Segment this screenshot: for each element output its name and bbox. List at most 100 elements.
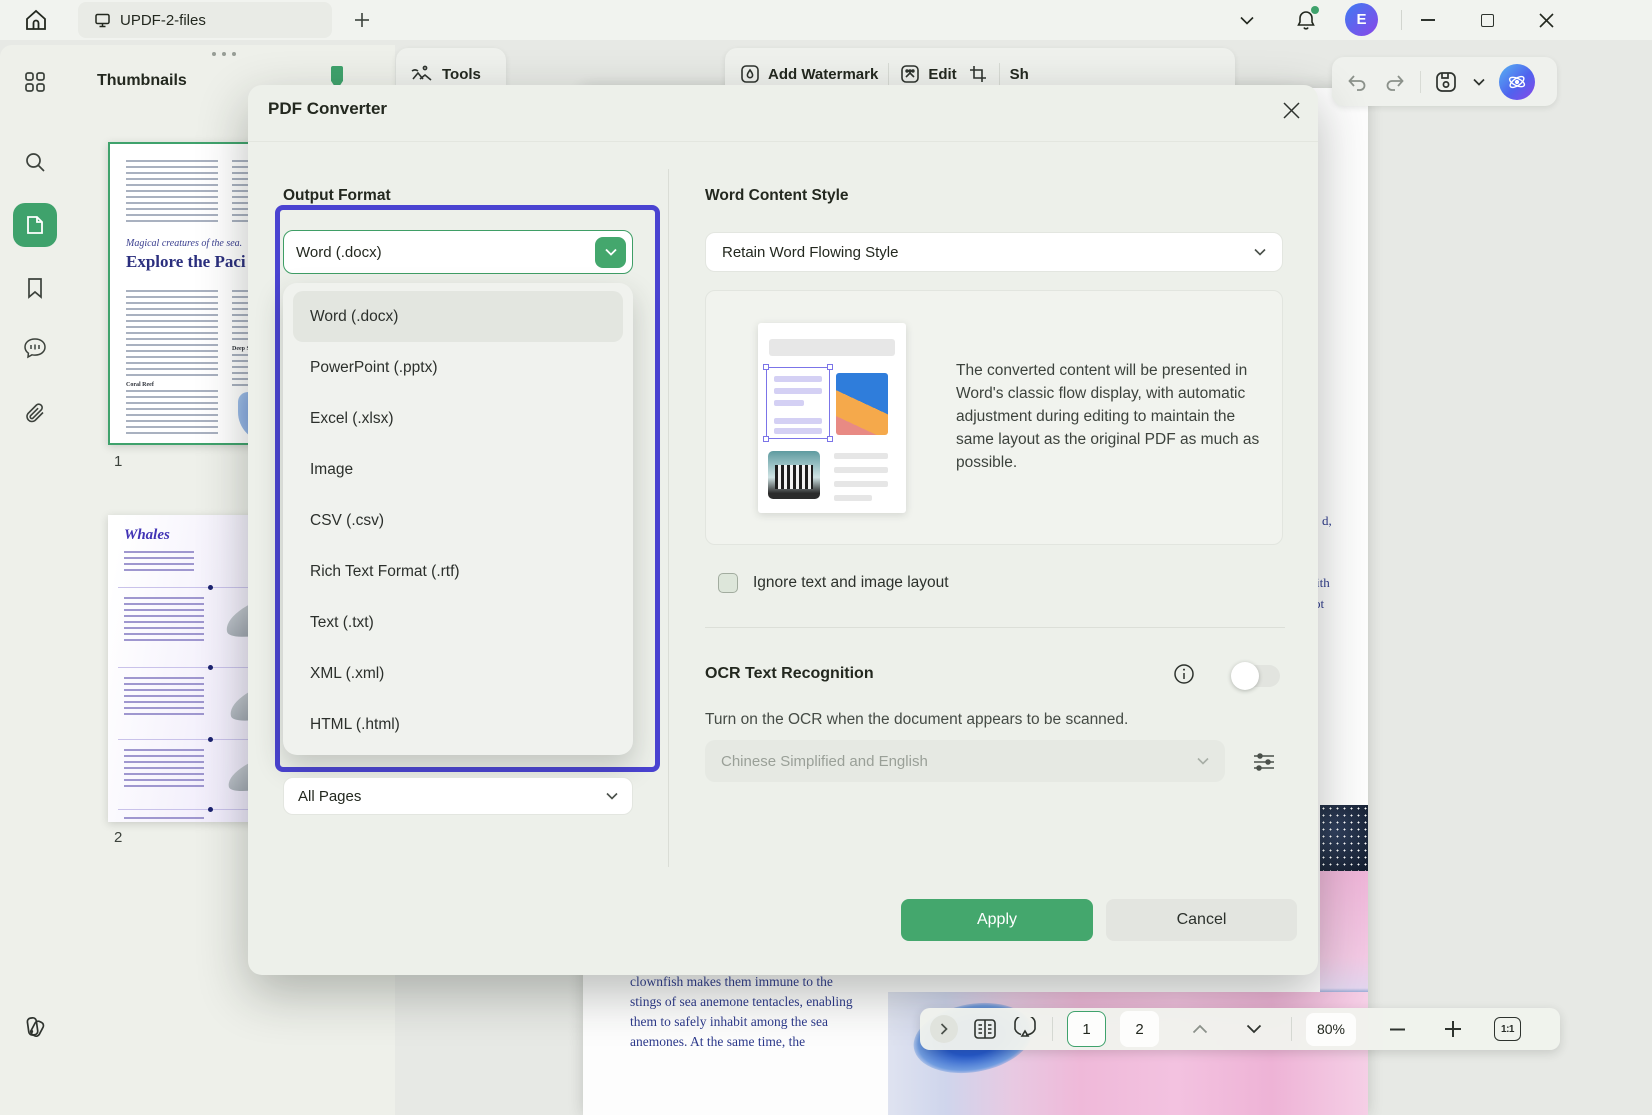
toggle-knob (1231, 662, 1259, 690)
document-text-line: anemones. At the same time, the (630, 1034, 805, 1050)
view-toolbar: 1 2 80% 1:1 (920, 1008, 1560, 1050)
page-button-2[interactable]: 2 (1120, 1011, 1159, 1047)
save-options-chevron-icon[interactable] (1471, 69, 1487, 95)
previous-page-icon[interactable] (1187, 1016, 1213, 1042)
dropdown-option-excel[interactable]: Excel (.xlsx) (293, 393, 623, 444)
search-icon[interactable] (13, 140, 57, 184)
zoom-in-icon[interactable] (1440, 1016, 1466, 1042)
dropdown-option-html[interactable]: HTML (.html) (293, 699, 623, 750)
info-icon[interactable] (1173, 663, 1195, 685)
style-description: The converted content will be presented … (956, 359, 1264, 474)
pdf-converter-dialog: PDF Converter Output Format Word (.docx)… (248, 85, 1318, 975)
share-button[interactable]: Sh (1010, 66, 1029, 83)
add-watermark-button[interactable]: Add Watermark (739, 63, 878, 85)
dropdown-option-image[interactable]: Image (293, 444, 623, 495)
crop-button[interactable] (967, 63, 989, 85)
close-icon (1539, 13, 1554, 28)
output-format-label: Output Format (283, 187, 391, 205)
dropdown-option-rtf[interactable]: Rich Text Format (.rtf) (293, 546, 623, 597)
crop-icon (967, 63, 989, 85)
edit-grid-icon (899, 63, 921, 85)
chevron-down-icon (1254, 248, 1266, 256)
style-preview-card: The converted content will be presented … (705, 290, 1283, 545)
chevron-down-icon[interactable] (595, 237, 626, 268)
dropdown-option-word[interactable]: Word (.docx) (293, 291, 623, 342)
titlebar-divider (1401, 10, 1402, 30)
bookmark-icon[interactable] (13, 266, 57, 310)
selected-text-block-illustration (766, 367, 830, 439)
new-tab-button[interactable] (348, 6, 376, 34)
document-text-line: stings of sea anemone tentacles, enablin… (630, 994, 853, 1010)
image-icon (410, 63, 434, 85)
word-content-style-select[interactable]: Retain Word Flowing Style (705, 232, 1283, 272)
expand-toolbar-button[interactable] (930, 1015, 958, 1043)
panel-drag-handle[interactable] (212, 52, 252, 62)
notifications-button[interactable] (1290, 4, 1322, 36)
window-close-button[interactable] (1528, 4, 1564, 36)
dropdown-option-csv[interactable]: CSV (.csv) (293, 495, 623, 546)
plus-icon (354, 12, 370, 28)
dialog-close-button[interactable] (1276, 95, 1306, 125)
output-format-dropdown: Word (.docx) PowerPoint (.pptx) Excel (.… (283, 283, 633, 755)
home-button[interactable] (14, 3, 58, 37)
dropdown-option-xml[interactable]: XML (.xml) (293, 648, 623, 699)
redo-icon[interactable] (1382, 69, 1408, 95)
ocr-title: OCR Text Recognition (705, 665, 874, 683)
presentation-mode-icon[interactable] (1012, 1016, 1038, 1042)
theme-swatches-icon[interactable] (20, 1010, 52, 1042)
undo-icon[interactable] (1344, 69, 1370, 95)
window-titlebar: UPDF-2-files E (0, 0, 1652, 40)
thumb1-kicker: Magical creatures of the sea. (126, 238, 242, 249)
ocr-settings-icon[interactable] (1251, 749, 1277, 775)
titlebar-chevron-icon[interactable] (1233, 6, 1261, 34)
ai-assistant-button[interactable] (1499, 64, 1535, 100)
page-button-1[interactable]: 1 (1067, 1011, 1106, 1047)
page-number-2: 2 (114, 829, 122, 846)
dialog-title: PDF Converter (268, 99, 387, 119)
comments-icon[interactable] (13, 326, 57, 370)
cancel-button[interactable]: Cancel (1106, 899, 1297, 941)
ocr-toggle[interactable] (1233, 665, 1280, 687)
watermark-icon (739, 63, 761, 85)
edit-button[interactable]: Edit (899, 63, 956, 85)
dialog-header-divider (248, 141, 1318, 142)
chevron-down-icon (1197, 757, 1209, 765)
dialog-column-divider (668, 169, 669, 867)
thumbnails-tab-icon[interactable] (13, 203, 57, 247)
ignore-layout-checkbox[interactable] (718, 573, 738, 593)
window-minimize-button[interactable] (1410, 4, 1446, 36)
document-tab[interactable]: UPDF-2-files (78, 2, 332, 38)
zoom-level[interactable]: 80% (1306, 1013, 1356, 1046)
thumb1-heading: Explore the Paci (126, 252, 246, 272)
reading-view-icon[interactable] (972, 1016, 998, 1042)
thumb2-heading: Whales (124, 527, 170, 544)
document-text-line: clownfish makes them immune to the (630, 974, 833, 990)
style-preview-illustration (758, 323, 906, 513)
ignore-layout-row: Ignore text and image layout (718, 573, 949, 593)
chevron-right-icon (940, 1023, 948, 1035)
output-format-select[interactable]: Word (.docx) (283, 230, 633, 274)
table-block-illustration (768, 451, 820, 499)
ignore-layout-label: Ignore text and image layout (753, 574, 949, 592)
apply-button[interactable]: Apply (901, 899, 1093, 941)
window-maximize-button[interactable] (1469, 4, 1505, 36)
page-range-select[interactable]: All Pages (283, 777, 633, 815)
document-photo-fish-edge (1320, 805, 1368, 871)
dropdown-option-powerpoint[interactable]: PowerPoint (.pptx) (293, 342, 623, 393)
ocr-language-select[interactable]: Chinese Simplified and English (705, 740, 1225, 782)
next-page-icon[interactable] (1241, 1016, 1267, 1042)
thumbnails-panel-title: Thumbnails (97, 72, 187, 90)
dropdown-option-txt[interactable]: Text (.txt) (293, 597, 623, 648)
file-actions-toolbar (1332, 57, 1557, 106)
home-icon (23, 7, 49, 33)
user-avatar[interactable]: E (1345, 3, 1378, 36)
actual-size-button[interactable]: 1:1 (1494, 1017, 1521, 1041)
save-icon[interactable] (1433, 69, 1459, 95)
attachment-icon[interactable] (13, 391, 57, 435)
notification-dot (1311, 6, 1319, 14)
zoom-out-icon[interactable] (1384, 1016, 1410, 1042)
home-grid-icon[interactable] (13, 60, 57, 104)
thumb1-subheading: Coral Reef (126, 382, 154, 388)
page-text-fragment: d, (1322, 513, 1332, 529)
document-tab-title: UPDF-2-files (120, 12, 206, 29)
